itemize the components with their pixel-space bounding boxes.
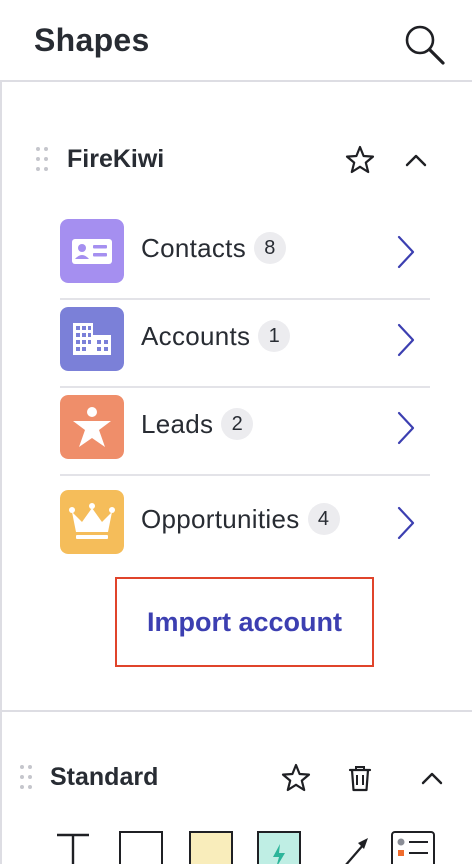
panel-header: Shapes [0, 0, 472, 82]
count-badge: 8 [254, 232, 287, 264]
trash-icon[interactable] [344, 762, 376, 794]
section-title-firekiwi: FireKiwi [67, 145, 165, 173]
search-icon[interactable] [402, 22, 446, 66]
person-icon [60, 395, 124, 459]
chevron-right-icon[interactable] [396, 505, 416, 541]
action-shape-icon[interactable] [256, 830, 302, 864]
section-title-standard: Standard [50, 763, 159, 791]
star-icon[interactable] [280, 762, 312, 794]
building-icon [60, 307, 124, 371]
count-badge: 4 [307, 503, 340, 535]
arrow-tool-icon[interactable] [332, 830, 378, 864]
count-badge: 1 [258, 320, 291, 352]
standard-section-header: Standard [0, 748, 472, 808]
sticky-note-icon[interactable] [188, 830, 234, 864]
list-item-leads[interactable]: Leads 2 [60, 388, 430, 476]
chevron-right-icon[interactable] [396, 234, 416, 270]
chevron-right-icon[interactable] [396, 410, 416, 446]
star-icon[interactable] [344, 144, 376, 176]
list-item-label: Opportunities 4 [141, 503, 340, 535]
list-item-name: Contacts [141, 233, 247, 263]
panel-border [0, 82, 2, 864]
chevron-right-icon[interactable] [396, 322, 416, 358]
drag-handle-icon[interactable] [19, 764, 33, 790]
firekiwi-section-header: FireKiwi [0, 130, 472, 190]
drag-handle-icon[interactable] [35, 146, 49, 172]
rectangle-tool-icon[interactable] [118, 830, 164, 864]
list-item-accounts[interactable]: Accounts 1 [60, 300, 430, 388]
crown-icon [60, 490, 124, 554]
list-item-name: Leads [141, 409, 214, 439]
chevron-up-icon[interactable] [416, 762, 448, 794]
card-shape-icon[interactable] [390, 830, 436, 864]
text-tool-icon[interactable] [53, 830, 99, 864]
list-item-opportunities[interactable]: Opportunities 4 [60, 476, 430, 572]
import-account-button[interactable]: Import account [115, 577, 374, 667]
list-item-name: Opportunities [141, 504, 300, 534]
count-badge: 2 [221, 408, 254, 440]
list-item-label: Accounts 1 [141, 320, 291, 352]
list-item-contacts[interactable]: Contacts 8 [60, 212, 430, 300]
page-title: Shapes [34, 22, 150, 58]
object-list: Contacts 8 Accounts 1 Leads 2 Opportunit… [60, 212, 430, 572]
list-item-label: Leads 2 [141, 408, 254, 440]
contact-card-icon [60, 219, 124, 283]
chevron-up-icon[interactable] [400, 144, 432, 176]
list-item-name: Accounts [141, 321, 251, 351]
list-item-label: Contacts 8 [141, 232, 287, 264]
section-divider [0, 710, 472, 712]
